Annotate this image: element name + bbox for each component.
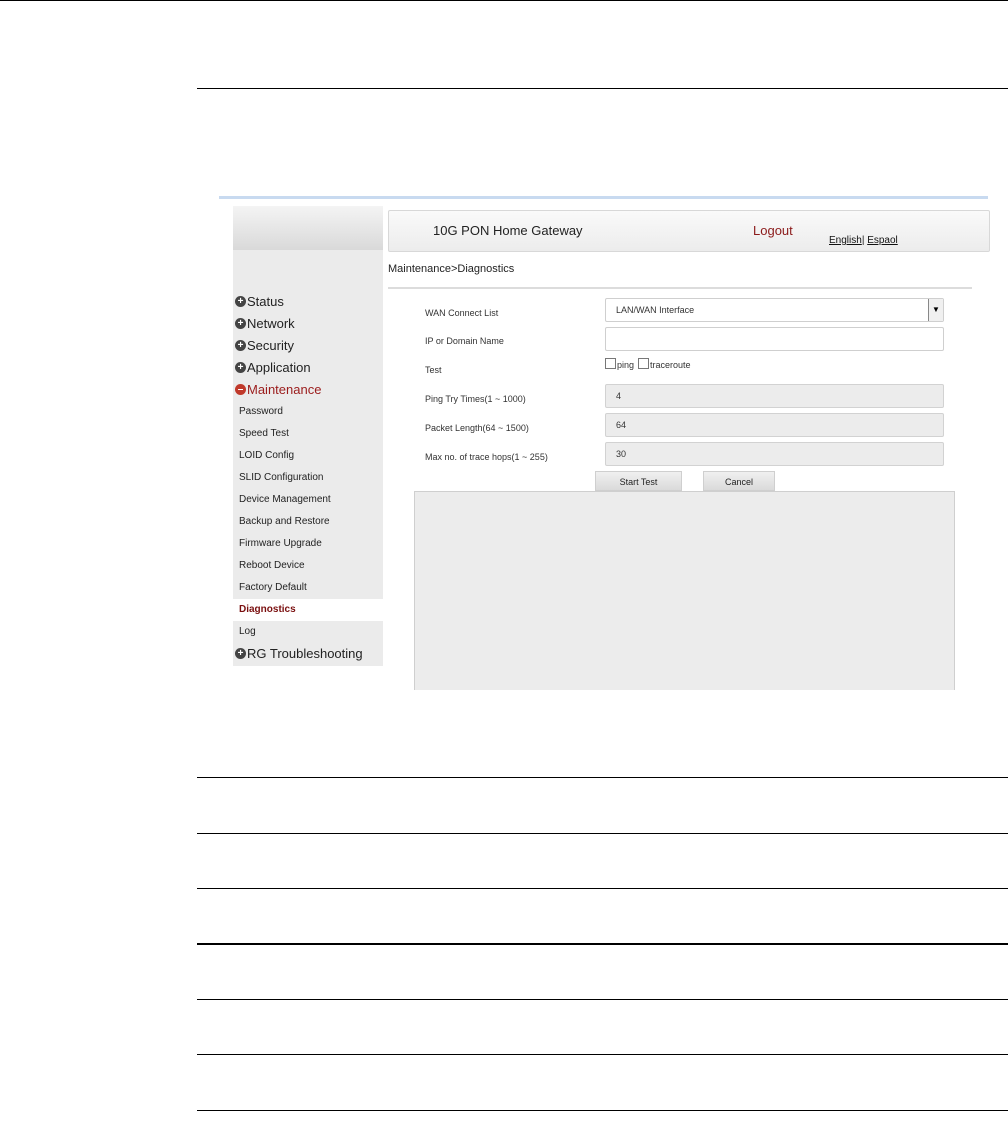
table-rule-5: [197, 999, 1008, 1000]
minus-circle-icon: –: [235, 384, 246, 395]
menu-item-security[interactable]: + Security: [233, 335, 383, 357]
ping-option[interactable]: ping: [605, 358, 634, 370]
wan-connect-select-value: LAN/WAN Interface: [616, 305, 695, 315]
table-rule-3: [197, 888, 1008, 889]
submenu-item-reboot-device[interactable]: Reboot Device: [233, 555, 383, 577]
menu-item-label: RG Troubleshooting: [247, 646, 363, 661]
cancel-button[interactable]: Cancel: [703, 471, 775, 491]
table-rule-6: [197, 1054, 1008, 1055]
test-label: Test: [425, 365, 442, 375]
menu-item-application[interactable]: + Application: [233, 357, 383, 379]
submenu-item-device-management[interactable]: Device Management: [233, 489, 383, 511]
submenu-item-backup-restore[interactable]: Backup and Restore: [233, 511, 383, 533]
max-trace-hops-input[interactable]: 30: [605, 442, 944, 466]
page-top-rule: [0, 0, 1008, 1]
dropdown-arrow-icon[interactable]: ▼: [928, 299, 943, 321]
menu-item-network[interactable]: + Network: [233, 313, 383, 335]
table-rule-1: [197, 777, 1008, 778]
max-trace-hops-label: Max no. of trace hops(1 ~ 255): [425, 452, 548, 462]
ping-checkbox[interactable]: [605, 358, 616, 369]
submenu-item-factory-default[interactable]: Factory Default: [233, 577, 383, 599]
wan-connect-select[interactable]: LAN/WAN Interface ▼: [605, 298, 944, 322]
packet-length-label: Packet Length(64 ~ 1500): [425, 423, 529, 433]
start-test-button[interactable]: Start Test: [595, 471, 682, 491]
menu-item-status[interactable]: + Status: [233, 291, 383, 313]
menu-item-label: Security: [247, 338, 294, 353]
table-rule-4: [197, 943, 1008, 945]
sidebar-header: [233, 206, 383, 250]
submenu-item-slid-configuration[interactable]: SLID Configuration: [233, 467, 383, 489]
sidebar-menu: + Status + Network + Security + Applicat…: [233, 291, 383, 665]
traceroute-option[interactable]: traceroute: [638, 358, 691, 370]
packet-length-input[interactable]: 64: [605, 413, 944, 437]
app-title: 10G PON Home Gateway: [433, 223, 583, 238]
menu-item-label: Network: [247, 316, 295, 331]
traceroute-checkbox[interactable]: [638, 358, 649, 369]
submenu-item-diagnostics[interactable]: Diagnostics: [233, 599, 383, 621]
traceroute-checkbox-label: traceroute: [650, 360, 691, 370]
ip-domain-label: IP or Domain Name: [425, 336, 504, 346]
logout-link[interactable]: Logout: [753, 223, 793, 238]
menu-item-rg-troubleshooting[interactable]: + RG Troubleshooting: [233, 643, 383, 665]
plus-circle-icon: +: [235, 296, 246, 307]
submenu-item-log[interactable]: Log: [233, 621, 383, 643]
submenu-item-firmware-upgrade[interactable]: Firmware Upgrade: [233, 533, 383, 555]
language-switcher: English| Espaol: [829, 235, 898, 246]
breadcrumb: Maintenance>Diagnostics: [388, 263, 515, 275]
browser-top-border: [219, 196, 988, 199]
breadcrumb-divider: [388, 287, 972, 289]
plus-circle-icon: +: [235, 362, 246, 373]
menu-item-label: Status: [247, 294, 284, 309]
ping-try-times-input[interactable]: 4: [605, 384, 944, 408]
plus-circle-icon: +: [235, 318, 246, 329]
menu-item-maintenance[interactable]: – Maintenance: [233, 379, 383, 401]
table-rule-2: [197, 833, 1008, 834]
menu-item-label: Maintenance: [247, 382, 322, 397]
submenu-item-speed-test[interactable]: Speed Test: [233, 423, 383, 445]
submenu-item-password[interactable]: Password: [233, 401, 383, 423]
ping-checkbox-label: ping: [617, 360, 635, 370]
table-rule-7: [197, 1110, 1008, 1111]
header-rule: [197, 88, 1008, 89]
diagnostics-output-area[interactable]: [414, 491, 955, 690]
language-english-link[interactable]: English: [829, 235, 862, 246]
language-espanol-link[interactable]: Espaol: [867, 235, 898, 246]
plus-circle-icon: +: [235, 648, 246, 659]
plus-circle-icon: +: [235, 340, 246, 351]
ip-domain-input[interactable]: [605, 327, 944, 351]
menu-item-label: Application: [247, 360, 311, 375]
wan-connect-list-label: WAN Connect List: [425, 308, 499, 318]
sidebar: + Status + Network + Security + Applicat…: [233, 206, 383, 666]
ping-try-times-label: Ping Try Times(1 ~ 1000): [425, 394, 526, 404]
submenu-item-loid-config[interactable]: LOID Config: [233, 445, 383, 467]
language-separator: |: [861, 235, 865, 246]
app-header: 10G PON Home Gateway Logout English| Esp…: [388, 210, 990, 252]
